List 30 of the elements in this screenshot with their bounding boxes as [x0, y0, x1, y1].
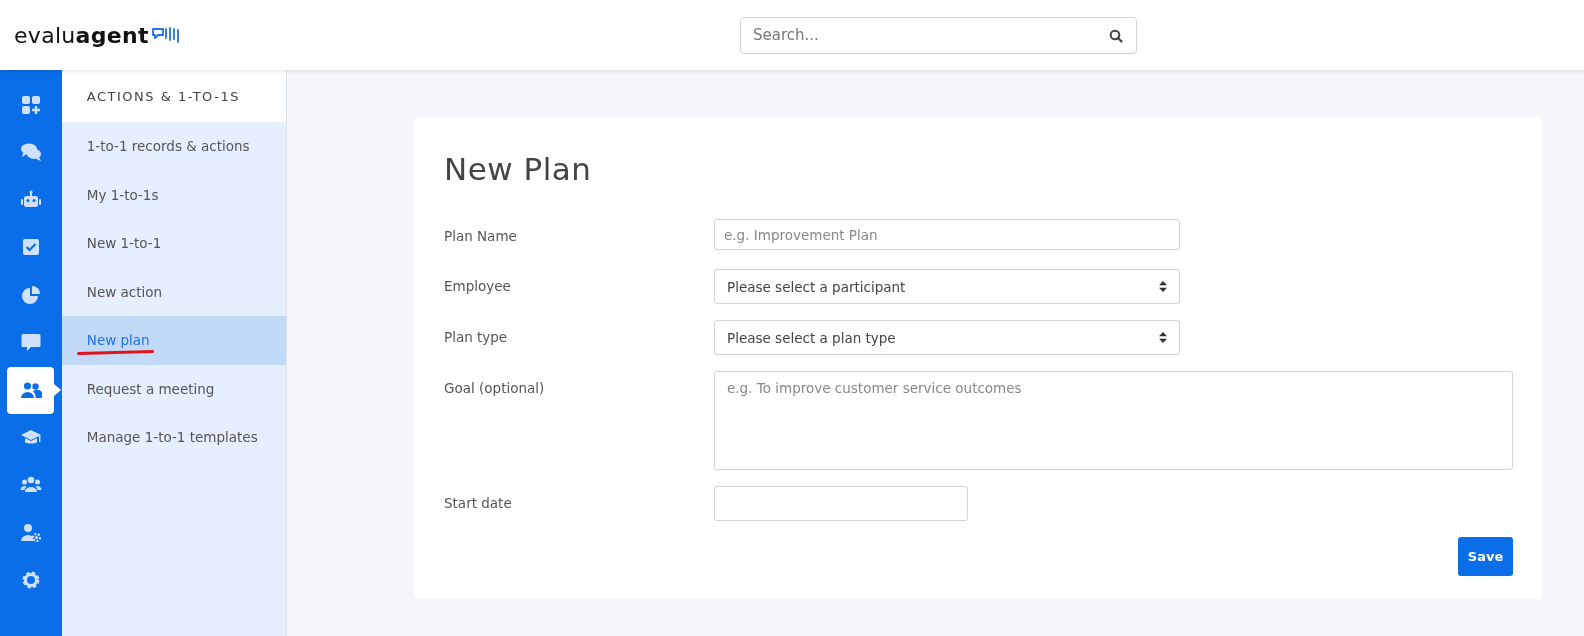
select-field[interactable]: Please select a participant: [714, 269, 1180, 304]
form-title: New Plan: [444, 151, 593, 187]
field-label: Goal (optional): [444, 379, 546, 398]
search-field[interactable]: Search...: [740, 16, 1137, 54]
sidebar-item[interactable]: New action: [61, 267, 286, 316]
sidebar-item[interactable]: New 1-to-1: [61, 219, 286, 268]
field-label: Plan Name: [444, 227, 518, 246]
date-input[interactable]: [714, 486, 968, 521]
sidebar-item[interactable]: My 1-to-1s: [61, 170, 286, 219]
field-label: Employee: [444, 277, 512, 296]
field-label: Start date: [444, 494, 513, 513]
sort-caret-icon: [1159, 332, 1167, 343]
pie-chart-icon: [19, 283, 42, 306]
logo-text: evaluagent: [14, 22, 149, 48]
textarea-field[interactable]: e.g. To improve customer service outcomes: [714, 371, 1513, 470]
field-label: Plan type: [444, 328, 509, 347]
select-field[interactable]: Please select a plan type: [714, 320, 1180, 355]
users-nav-button[interactable]: [7, 366, 55, 414]
save-button[interactable]: Save: [1458, 537, 1513, 576]
user-gear-icon: [19, 521, 42, 544]
chat-bubbles-icon: [19, 141, 42, 164]
speech-bubble-icon: [19, 331, 42, 354]
sidebar-title: ACTIONS & 1-TO-1S: [61, 70, 286, 122]
search-icon: [1109, 28, 1123, 43]
text-input[interactable]: e.g. Improvement Plan: [714, 219, 1180, 250]
sidebar-item[interactable]: Manage 1-to-1 templates: [61, 413, 286, 462]
sidebar-item[interactable]: 1-to-1 records & actions: [61, 122, 286, 171]
sort-caret-icon: [1159, 281, 1167, 292]
sidebar-item[interactable]: Request a meeting: [61, 364, 286, 413]
grid-plus-icon: [19, 93, 42, 116]
